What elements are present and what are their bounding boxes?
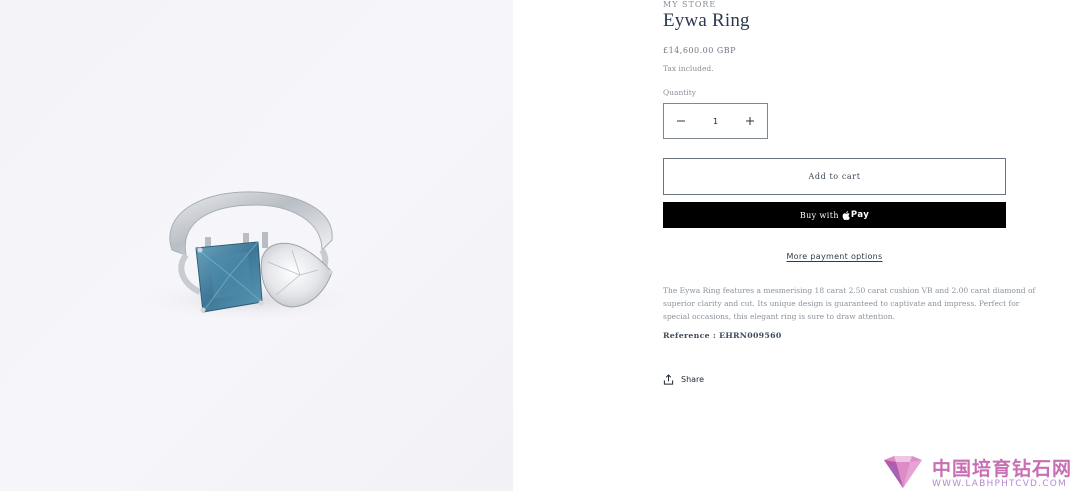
- increase-quantity-button[interactable]: [733, 104, 767, 138]
- watermark-en: WWW.LABHPHTCVD.COM: [932, 479, 1067, 489]
- pay-label: Pay: [850, 210, 870, 220]
- buy-with-label: Buy with: [799, 210, 839, 220]
- vendor-name: MY STORE: [663, 0, 717, 9]
- share-label: Share: [681, 375, 705, 384]
- watermark-cn: 中国培育钻石网: [932, 458, 1073, 480]
- tax-note: Tax included.: [663, 64, 714, 73]
- product-price: £14,600.00 GBP: [663, 46, 736, 55]
- share-button[interactable]: Share: [663, 374, 704, 385]
- quantity-stepper: 1: [663, 103, 768, 139]
- diamond-logo-icon: [884, 456, 922, 488]
- more-payment-options-link[interactable]: More payment options: [786, 252, 882, 261]
- product-title: Eywa Ring: [663, 10, 750, 31]
- add-to-cart-button[interactable]: Add to cart: [663, 158, 1006, 195]
- more-payment-options: More payment options: [663, 252, 1006, 261]
- apple-pay-logo: Pay: [842, 210, 869, 220]
- decrease-quantity-button[interactable]: [664, 104, 698, 138]
- product-description: The Eywa Ring features a mesmerising 18 …: [663, 286, 1036, 322]
- product-reference: Reference : EHRN009560: [663, 331, 782, 340]
- ring-image: [140, 191, 360, 322]
- product-image[interactable]: [0, 0, 513, 491]
- buy-with-apple-pay-button[interactable]: Buy with Pay: [663, 202, 1006, 228]
- apple-icon: [842, 210, 850, 220]
- minus-icon: [677, 120, 685, 122]
- watermark: 中国培育钻石网 WWW.LABHPHTCVD.COM: [880, 452, 1080, 491]
- quantity-label: Quantity: [663, 88, 696, 97]
- quantity-input[interactable]: 1: [701, 117, 731, 126]
- share-icon: [663, 374, 674, 385]
- plus-icon: [746, 117, 754, 125]
